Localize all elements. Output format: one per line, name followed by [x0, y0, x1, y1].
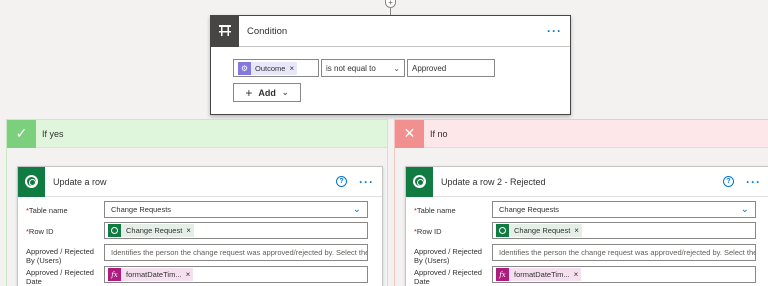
chevron-down-icon: ⌄ [281, 88, 289, 97]
remove-token-icon[interactable]: × [186, 226, 191, 235]
approved-by-label: Approved / Rejected By (Users) [414, 247, 482, 265]
outcome-token[interactable]: ⚙ Outcome × [238, 61, 298, 75]
approved-date-row: Approved / Rejected Date [26, 265, 104, 286]
expression-icon: fx [108, 268, 121, 281]
table-name-value: Change Requests [111, 205, 172, 214]
condition-title: Condition [247, 25, 288, 37]
table-name-value: Change Requests [499, 205, 560, 214]
add-button[interactable]: + Add ⌄ [233, 83, 301, 102]
dataverse-icon [18, 166, 45, 197]
remove-token-icon[interactable]: × [574, 270, 579, 279]
branch-if-yes: ✓ If yes Update a row ? ··· *Table name … [6, 119, 388, 286]
table-name-label: Table name [416, 206, 456, 215]
approved-by-row: Approved / Rejected By (Users) [414, 244, 492, 265]
condition-header[interactable]: Condition ··· [211, 15, 570, 47]
update-row-card[interactable]: Update a row ? ··· *Table name Change Re… [17, 166, 383, 286]
help-icon[interactable]: ? [336, 176, 347, 187]
chevron-down-icon: ⌄ [393, 63, 400, 73]
expression-icon: fx [496, 268, 509, 281]
change-request-token-label: Change Request [514, 226, 571, 235]
condition-left-operand[interactable]: ⚙ Outcome × [233, 59, 319, 77]
format-date-token[interactable]: fx formatDateTim... × [108, 268, 194, 281]
action-title: Update a row 2 - Rejected [441, 176, 546, 187]
approved-by-placeholder: Identifies the person the change request… [111, 248, 368, 257]
approved-date-label: Approved / Rejected Date [414, 268, 482, 286]
dataverse-icon [496, 224, 509, 237]
approved-date-row: Approved / Rejected Date [414, 265, 492, 286]
table-name-select[interactable]: Change Requests ⌄ [104, 201, 368, 218]
dataverse-icon [108, 224, 121, 237]
action-header[interactable]: Update a row 2 - Rejected ? ··· [406, 166, 768, 197]
table-name-row: *Table name [26, 203, 104, 215]
approved-by-field[interactable]: Identifies the person the change request… [492, 244, 756, 261]
row-id-label: Row ID [416, 227, 442, 236]
branch-label: If yes [42, 128, 64, 139]
condition-row: ⚙ Outcome × is not equal to ⌄ Approved [233, 59, 495, 77]
remove-token-icon[interactable]: × [574, 226, 579, 235]
branch-if-yes-header[interactable]: ✓ If yes [7, 119, 387, 148]
dataverse-icon [406, 166, 433, 197]
more-options-icon[interactable]: ··· [359, 175, 374, 189]
insert-step-button[interactable]: + [385, 0, 396, 8]
condition-glyph-icon [219, 25, 231, 36]
branch-label: If no [430, 128, 448, 139]
change-request-token[interactable]: Change Request × [108, 224, 194, 237]
update-row-rejected-card[interactable]: Update a row 2 - Rejected ? ··· *Table n… [405, 166, 768, 286]
outcome-token-label: Outcome [255, 63, 286, 73]
approved-date-label: Approved / Rejected Date [26, 268, 94, 286]
plus-icon: + [245, 85, 253, 100]
remove-token-icon[interactable]: × [289, 64, 294, 73]
condition-icon [211, 15, 239, 47]
branch-if-no: ✕ If no Update a row 2 - Rejected ? ··· … [394, 119, 768, 286]
format-date-token[interactable]: fx formatDateTim... × [496, 268, 582, 281]
row-id-field[interactable]: Change Request × [492, 222, 756, 239]
table-name-row: *Table name [414, 203, 492, 215]
format-date-token-label: formatDateTim... [514, 270, 570, 279]
right-operand-value: Approved [412, 63, 447, 73]
approved-date-field[interactable]: fx formatDateTim... × [492, 266, 756, 283]
chevron-down-icon: ⌄ [740, 204, 749, 215]
approved-by-placeholder: Identifies the person the change request… [499, 248, 756, 257]
action-title: Update a row [53, 176, 107, 187]
format-date-token-label: formatDateTim... [126, 270, 182, 279]
close-icon: ✕ [395, 119, 424, 148]
condition-right-operand[interactable]: Approved [407, 59, 495, 77]
operator-select[interactable]: is not equal to ⌄ [321, 59, 405, 77]
more-options-icon[interactable]: ··· [547, 24, 562, 38]
change-request-token[interactable]: Change Request × [496, 224, 582, 237]
change-request-token-label: Change Request [126, 226, 183, 235]
approvals-icon: ⚙ [238, 61, 251, 75]
table-name-select[interactable]: Change Requests ⌄ [492, 201, 756, 218]
operator-value: is not equal to [326, 63, 376, 73]
row-id-row: *Row ID [414, 224, 492, 236]
action-header[interactable]: Update a row ? ··· [18, 166, 382, 197]
branch-if-no-header[interactable]: ✕ If no [395, 119, 768, 148]
approved-by-label: Approved / Rejected By (Users) [26, 247, 94, 265]
row-id-label: Row ID [28, 227, 54, 236]
help-icon[interactable]: ? [723, 176, 734, 187]
more-options-icon[interactable]: ··· [746, 175, 761, 189]
chevron-down-icon: ⌄ [352, 204, 361, 215]
add-button-label: Add [258, 87, 276, 98]
approved-by-row: Approved / Rejected By (Users) [26, 244, 104, 265]
approved-date-field[interactable]: fx formatDateTim... × [104, 266, 368, 283]
row-id-field[interactable]: Change Request × [104, 222, 368, 239]
condition-card[interactable]: Condition ··· ⚙ Outcome × is not equal t… [210, 15, 571, 115]
table-name-label: Table name [28, 206, 68, 215]
remove-token-icon[interactable]: × [186, 270, 191, 279]
approved-by-field[interactable]: Identifies the person the change request… [104, 244, 368, 261]
row-id-row: *Row ID [26, 224, 104, 236]
check-icon: ✓ [7, 119, 36, 148]
